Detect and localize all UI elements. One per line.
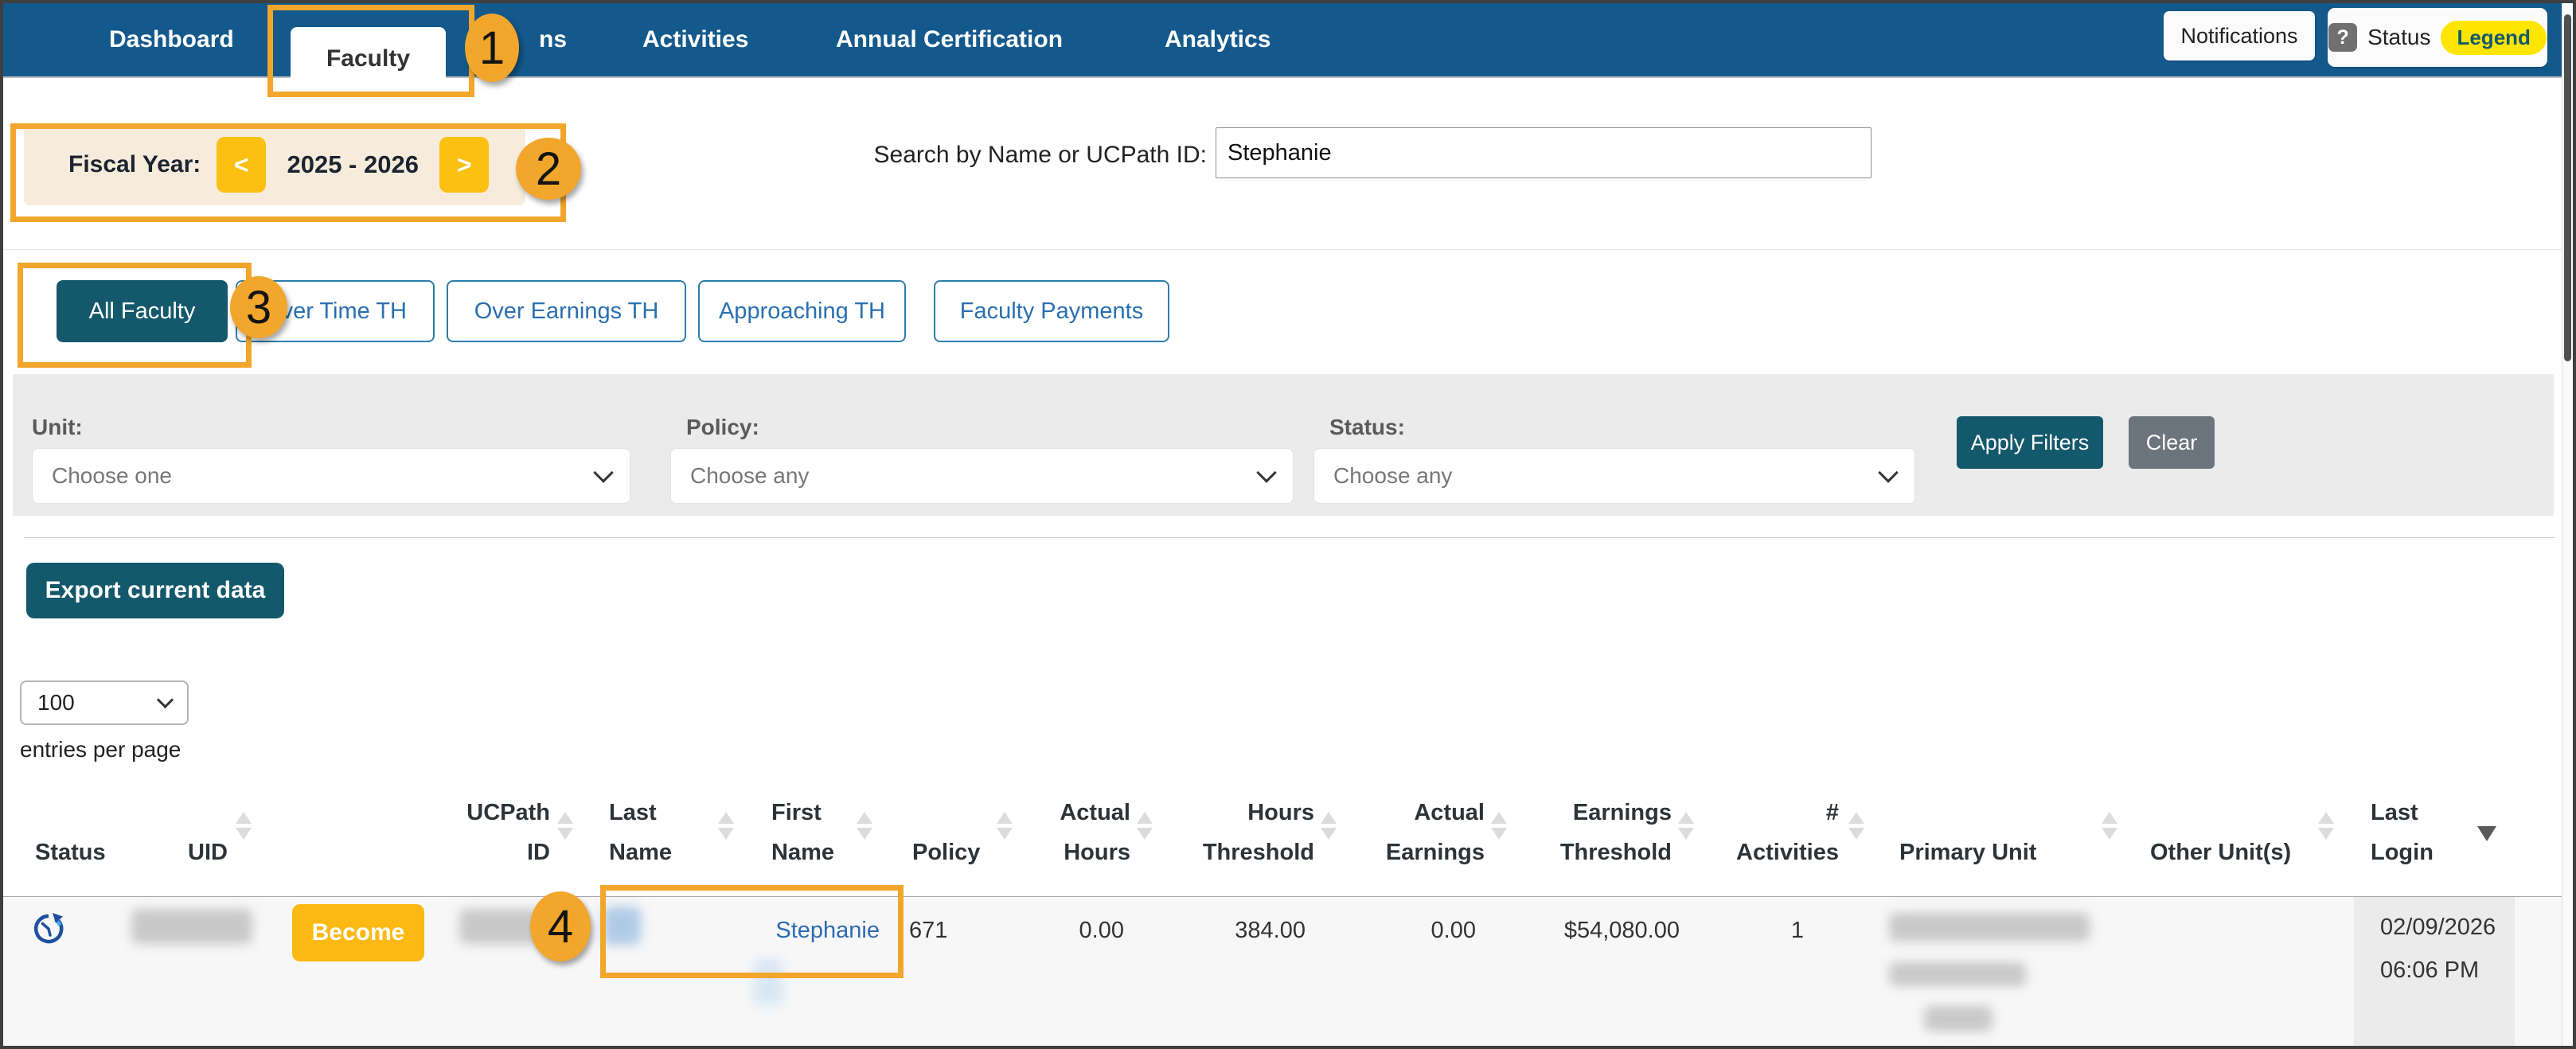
col-header-hours-threshold[interactable]: HoursThreshold bbox=[1163, 786, 1314, 872]
sort-icon[interactable] bbox=[236, 812, 252, 840]
annotation-step-1: 1 bbox=[465, 14, 519, 82]
col-header-num-activities[interactable]: #Activities bbox=[1719, 786, 1839, 872]
col-header-earnings-threshold[interactable]: EarningsThreshold bbox=[1520, 786, 1672, 872]
sort-icon[interactable] bbox=[718, 812, 734, 840]
chevron-down-icon bbox=[157, 691, 174, 708]
policy-cell: 671 bbox=[909, 915, 947, 946]
page-size-select[interactable]: 100 bbox=[20, 680, 189, 725]
nav-item-dashboard[interactable]: Dashboard bbox=[109, 3, 234, 76]
nav-item-partial[interactable]: ns bbox=[539, 3, 567, 76]
primary-unit-redacted bbox=[1889, 962, 2026, 986]
col-header-policy[interactable]: Policy bbox=[912, 786, 980, 872]
nav-item-faculty-active[interactable]: Faculty bbox=[291, 27, 446, 91]
actual-earnings-cell: 0.00 bbox=[1341, 915, 1476, 946]
unit-filter-select[interactable]: Choose one bbox=[32, 448, 630, 504]
sort-icon[interactable] bbox=[1321, 812, 1337, 840]
col-header-last-name[interactable]: LastName bbox=[609, 786, 672, 872]
app-window: Dashboard ns Activities Annual Certifica… bbox=[0, 0, 2576, 1049]
col-header-ucpath-id[interactable]: UCPathID bbox=[431, 786, 550, 872]
chevron-down-icon bbox=[1878, 462, 1898, 482]
hours-threshold-cell: 384.00 bbox=[1154, 915, 1306, 946]
section-divider bbox=[3, 249, 2562, 250]
fiscal-year-next-button[interactable]: > bbox=[439, 137, 489, 193]
clear-filters-button[interactable]: Clear bbox=[2129, 416, 2215, 469]
search-label: Search by Name or UCPath ID: bbox=[799, 142, 1207, 169]
policy-filter-select[interactable]: Choose any bbox=[670, 448, 1294, 504]
tab-over-earnings-th[interactable]: Over Earnings TH bbox=[447, 280, 686, 342]
fiscal-year-value: 2025 - 2026 bbox=[282, 150, 423, 179]
nav-item-activities[interactable]: Activities bbox=[642, 3, 748, 76]
last-login-date: 02/09/2026 bbox=[2380, 912, 2496, 942]
apply-filters-button[interactable]: Apply Filters bbox=[1957, 416, 2103, 469]
fiscal-year-label: Fiscal Year: bbox=[68, 151, 201, 178]
status-filter-select[interactable]: Choose any bbox=[1313, 448, 1915, 504]
search-input[interactable] bbox=[1216, 127, 1872, 178]
notifications-button[interactable]: Notifications bbox=[2164, 11, 2315, 60]
status-label: Status bbox=[2367, 25, 2430, 50]
col-header-last-login[interactable]: LastLogin bbox=[2371, 786, 2434, 872]
unit-filter-value: Choose one bbox=[52, 463, 596, 489]
sort-icon[interactable] bbox=[997, 812, 1013, 840]
tab-faculty-payments[interactable]: Faculty Payments bbox=[934, 280, 1169, 342]
content-divider bbox=[24, 537, 2555, 538]
sort-icon[interactable] bbox=[1491, 812, 1507, 840]
sort-icon[interactable] bbox=[857, 812, 872, 840]
sort-icon[interactable] bbox=[1678, 812, 1694, 840]
sort-icon[interactable] bbox=[1137, 812, 1153, 840]
nav-item-analytics[interactable]: Analytics bbox=[1165, 3, 1270, 76]
col-header-status: Status bbox=[35, 786, 106, 872]
annotation-step-4: 4 bbox=[530, 891, 591, 961]
nav-item-annual-certification[interactable]: Annual Certification bbox=[836, 3, 1063, 76]
entries-per-page-label: entries per page bbox=[20, 737, 181, 762]
primary-unit-redacted bbox=[1924, 1006, 1992, 1031]
policy-filter-label: Policy: bbox=[686, 415, 759, 440]
scrollbar-thumb[interactable] bbox=[2564, 14, 2571, 361]
actual-hours-cell: 0.00 bbox=[1005, 915, 1124, 946]
first-name-link[interactable]: Stephanie bbox=[720, 915, 880, 946]
last-name-link-redacted[interactable] bbox=[603, 907, 641, 945]
redacted-fragment bbox=[753, 958, 783, 1006]
chevron-down-icon bbox=[593, 462, 613, 482]
become-button[interactable]: Become bbox=[292, 904, 424, 961]
earnings-threshold-cell: $54,080.00 bbox=[1520, 915, 1680, 946]
tab-approaching-th[interactable]: Approaching TH bbox=[698, 280, 906, 342]
col-header-other-units[interactable]: Other Unit(s) bbox=[2150, 786, 2291, 872]
fiscal-year-selector: Fiscal Year: < 2025 - 2026 > bbox=[24, 124, 525, 205]
col-header-primary-unit[interactable]: Primary Unit bbox=[1899, 786, 2036, 872]
col-header-actual-hours[interactable]: ActualHours bbox=[1011, 786, 1130, 872]
page-size-value: 100 bbox=[37, 690, 159, 716]
sort-icon[interactable] bbox=[2102, 812, 2117, 840]
sort-desc-icon[interactable] bbox=[2477, 826, 2496, 841]
col-header-actual-earnings[interactable]: ActualEarnings bbox=[1349, 786, 1485, 872]
tab-all-faculty[interactable]: All Faculty bbox=[57, 280, 228, 342]
unit-filter-label: Unit: bbox=[32, 415, 83, 440]
pending-clock-icon bbox=[32, 912, 65, 946]
help-icon: ? bbox=[2328, 23, 2357, 52]
uid-redacted bbox=[131, 909, 252, 944]
sort-icon[interactable] bbox=[1848, 812, 1864, 840]
col-header-uid[interactable]: UID bbox=[188, 786, 228, 872]
chevron-down-icon bbox=[1256, 462, 1276, 482]
annotation-step-3: 3 bbox=[230, 276, 287, 338]
last-login-time: 06:06 PM bbox=[2380, 955, 2479, 985]
fiscal-year-prev-button[interactable]: < bbox=[217, 137, 266, 193]
sort-icon[interactable] bbox=[557, 812, 573, 840]
col-header-first-name[interactable]: FirstName bbox=[771, 786, 834, 872]
sort-icon[interactable] bbox=[2318, 812, 2334, 840]
status-filter-label: Status: bbox=[1329, 415, 1405, 440]
num-activities-cell: 1 bbox=[1684, 915, 1804, 946]
status-legend-button[interactable]: ? Status Legend bbox=[2328, 8, 2547, 67]
annotation-step-2: 2 bbox=[516, 138, 581, 200]
export-current-data-button[interactable]: Export current data bbox=[26, 563, 284, 618]
legend-badge: Legend bbox=[2441, 21, 2546, 55]
status-filter-value: Choose any bbox=[1333, 463, 1881, 489]
policy-filter-value: Choose any bbox=[690, 463, 1259, 489]
primary-unit-redacted bbox=[1889, 913, 2090, 942]
